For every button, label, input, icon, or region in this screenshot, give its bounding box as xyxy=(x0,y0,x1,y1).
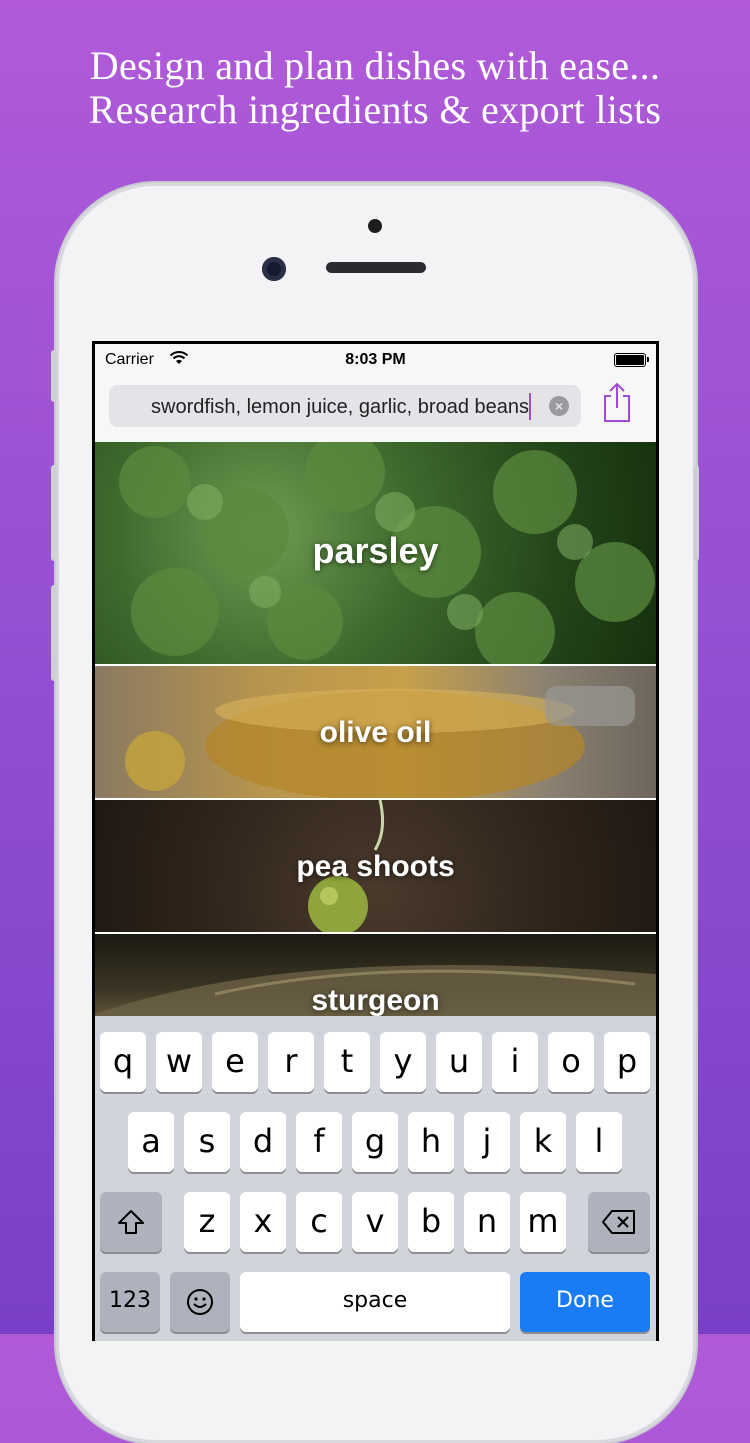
key-r[interactable]: r xyxy=(268,1032,314,1092)
key-e[interactable]: e xyxy=(212,1032,258,1092)
earpiece-speaker xyxy=(326,262,426,273)
key-q[interactable]: q xyxy=(100,1032,146,1092)
text-cursor xyxy=(529,393,531,420)
key-s[interactable]: s xyxy=(184,1112,230,1172)
key-m[interactable]: m xyxy=(520,1192,566,1252)
key-d[interactable]: d xyxy=(240,1112,286,1172)
headline-line-1: Design and plan dishes with ease... xyxy=(89,43,661,88)
ingredient-label: pea shoots xyxy=(296,850,455,883)
key-z[interactable]: z xyxy=(184,1192,230,1252)
key-y[interactable]: y xyxy=(380,1032,426,1092)
status-time: 8:03 PM xyxy=(345,351,406,368)
search-input-value[interactable]: swordfish, lemon juice, garlic, broad be… xyxy=(151,396,529,419)
proximity-sensor xyxy=(368,219,382,233)
battery-icon xyxy=(614,353,649,367)
delete-key[interactable] xyxy=(588,1192,650,1252)
backspace-icon xyxy=(602,1210,635,1234)
key-w[interactable]: w xyxy=(156,1032,202,1092)
key-c[interactable]: c xyxy=(296,1192,342,1252)
ingredient-label: parsley xyxy=(312,530,439,571)
ingredient-row-olive-oil[interactable]: olive oil xyxy=(95,666,656,798)
search-toolbar: swordfish, lemon juice, garlic, broad be… xyxy=(95,380,656,442)
volume-down-button xyxy=(51,585,57,681)
emoji-key[interactable] xyxy=(170,1272,230,1332)
key-f[interactable]: f xyxy=(296,1112,342,1172)
phone-screen: Carrier 8:03 PM swordfish, lemon juice, … xyxy=(92,341,659,1341)
ingredient-row-pea-shoots[interactable]: pea shoots xyxy=(95,800,656,932)
ingredient-label: olive oil xyxy=(319,716,432,749)
on-screen-keyboard: q w e r t y u i o p a s d f g h j k l z … xyxy=(95,1016,656,1341)
key-t[interactable]: t xyxy=(324,1032,370,1092)
key-x[interactable]: x xyxy=(240,1192,286,1252)
key-l[interactable]: l xyxy=(576,1112,622,1172)
ingredient-row-sturgeon[interactable]: sturgeon xyxy=(95,934,656,1024)
key-b[interactable]: b xyxy=(408,1192,454,1252)
headline-line-2: Research ingredients & export lists xyxy=(88,87,662,132)
key-n[interactable]: n xyxy=(464,1192,510,1252)
clear-icon[interactable]: × xyxy=(549,396,569,416)
status-bar: Carrier 8:03 PM xyxy=(95,344,656,380)
key-o[interactable]: o xyxy=(548,1032,594,1092)
done-button[interactable]: Done xyxy=(520,1272,650,1332)
key-k[interactable]: k xyxy=(520,1112,566,1172)
key-i[interactable]: i xyxy=(492,1032,538,1092)
key-a[interactable]: a xyxy=(128,1112,174,1172)
shift-icon xyxy=(118,1210,144,1234)
ingredient-row-parsley[interactable]: parsley xyxy=(95,442,656,664)
emoji-icon xyxy=(187,1289,213,1315)
ingredient-label: sturgeon xyxy=(311,984,440,1017)
headline: Design and plan dishes with ease... Rese… xyxy=(0,44,750,132)
key-u[interactable]: u xyxy=(436,1032,482,1092)
key-g[interactable]: g xyxy=(352,1112,398,1172)
search-field[interactable]: swordfish, lemon juice, garlic, broad be… xyxy=(109,385,581,427)
volume-up-button xyxy=(51,465,57,561)
key-v[interactable]: v xyxy=(352,1192,398,1252)
mute-switch xyxy=(51,350,57,402)
key-j[interactable]: j xyxy=(464,1112,510,1172)
screen-content: Carrier 8:03 PM swordfish, lemon juice, … xyxy=(95,344,656,1341)
power-button xyxy=(693,465,699,561)
key-h[interactable]: h xyxy=(408,1112,454,1172)
shift-key[interactable] xyxy=(100,1192,162,1252)
front-camera-icon xyxy=(262,257,286,281)
space-key[interactable]: space xyxy=(240,1272,510,1332)
numbers-key[interactable]: 123 xyxy=(100,1272,160,1332)
share-icon[interactable] xyxy=(600,380,634,424)
key-p[interactable]: p xyxy=(604,1032,650,1092)
